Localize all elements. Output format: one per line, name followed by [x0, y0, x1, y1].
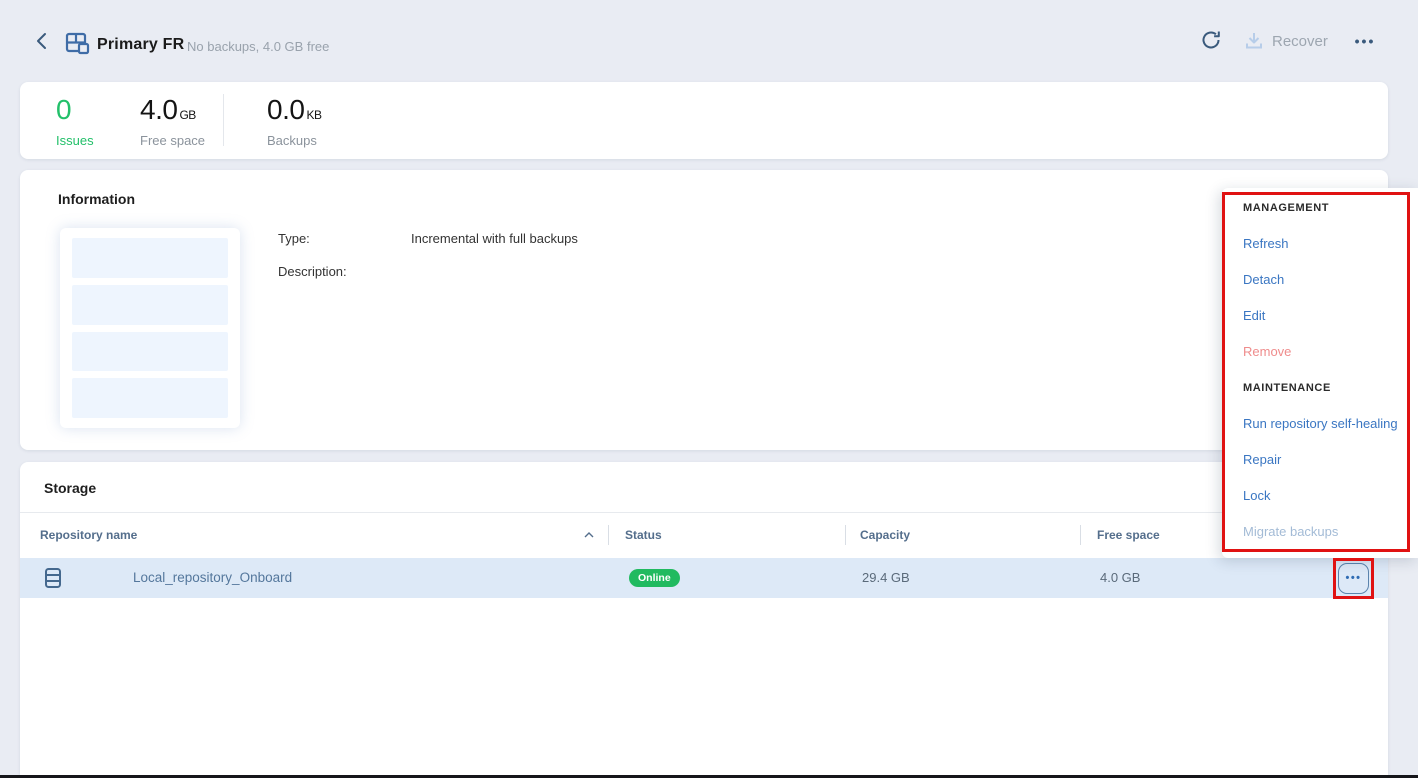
repository-shelf — [72, 238, 228, 278]
menu-section-management: MANAGEMENT — [1222, 190, 1418, 226]
column-divider — [1080, 525, 1081, 545]
information-title: Information — [58, 191, 135, 207]
back-button[interactable] — [32, 30, 52, 52]
menu-item-refresh[interactable]: Refresh — [1222, 226, 1418, 262]
repository-shelf — [72, 332, 228, 372]
column-header-free-space[interactable]: Free space — [1097, 512, 1160, 558]
repository-icon — [64, 31, 92, 57]
column-header-status[interactable]: Status — [625, 512, 662, 558]
recover-button[interactable]: Recover — [1244, 28, 1328, 54]
menu-item-repair[interactable]: Repair — [1222, 442, 1418, 478]
menu-item-run-repository-self-healing[interactable]: Run repository self-healing — [1222, 406, 1418, 442]
repository-name-link[interactable]: Local_repository_Onboard — [133, 570, 292, 585]
backups-unit: KB — [306, 108, 321, 122]
context-menu: MANAGEMENT Refresh Detach Edit Remove MA… — [1222, 188, 1418, 558]
refresh-button[interactable] — [1199, 28, 1223, 52]
recover-label: Recover — [1272, 33, 1328, 50]
backups-value: 0.0 — [267, 94, 304, 125]
capacity-value: 29.4 GB — [862, 570, 910, 585]
menu-item-remove[interactable]: Remove — [1222, 334, 1418, 370]
menu-section-maintenance: MAINTENANCE — [1222, 370, 1418, 406]
stat-issues: 0 Issues — [56, 94, 94, 148]
menu-item-lock[interactable]: Lock — [1222, 478, 1418, 514]
type-label: Type: — [278, 231, 310, 246]
database-icon — [44, 567, 62, 589]
column-header-capacity[interactable]: Capacity — [860, 512, 910, 558]
menu-item-migrate-backups[interactable]: Migrate backups — [1222, 514, 1418, 550]
recover-download-icon — [1244, 31, 1264, 51]
more-actions-button[interactable]: ••• — [1348, 26, 1382, 56]
page-header: Primary FR No backups, 4.0 GB free Recov… — [0, 0, 1418, 72]
screen: Primary FR No backups, 4.0 GB free Recov… — [0, 0, 1418, 778]
repository-shelf — [72, 285, 228, 325]
free-space-label: Free space — [140, 133, 205, 148]
column-divider — [608, 525, 609, 545]
repository-shelf — [72, 378, 228, 418]
page-subtitle: No backups, 4.0 GB free — [187, 39, 329, 54]
status-badge: Online — [629, 569, 680, 587]
stat-backups: 0.0KB Backups — [267, 94, 321, 148]
storage-title: Storage — [44, 480, 96, 496]
issues-value: 0 — [56, 94, 94, 126]
refresh-icon — [1199, 28, 1223, 52]
column-divider — [845, 525, 846, 545]
table-row[interactable]: Local_repository_Onboard Online 29.4 GB … — [20, 558, 1388, 598]
storage-panel: Storage Repository name Status Capacity … — [20, 462, 1388, 775]
table-header: Repository name Status Capacity Free spa… — [20, 512, 1388, 558]
menu-item-detach[interactable]: Detach — [1222, 262, 1418, 298]
description-label: Description: — [278, 264, 347, 279]
free-space-value: 4.0 GB — [1100, 570, 1140, 585]
repository-illustration — [60, 228, 240, 428]
chevron-left-icon — [32, 30, 52, 52]
stats-divider — [223, 94, 224, 146]
type-value: Incremental with full backups — [411, 231, 578, 246]
page-title: Primary FR — [97, 36, 184, 54]
column-header-repository-name[interactable]: Repository name — [40, 512, 137, 558]
row-actions-button[interactable]: ••• — [1338, 563, 1369, 594]
free-space-unit: GB — [179, 108, 195, 122]
backups-label: Backups — [267, 133, 321, 148]
stat-free-space: 4.0GB Free space — [140, 94, 205, 148]
issues-label: Issues — [56, 133, 94, 148]
menu-item-edit[interactable]: Edit — [1222, 298, 1418, 334]
free-space-value: 4.0 — [140, 94, 177, 125]
information-panel: Information Type: Incremental with full … — [20, 170, 1388, 450]
stats-bar: 0 Issues 4.0GB Free space 0.0KB Backups — [20, 82, 1388, 159]
sort-ascending-icon[interactable] — [583, 529, 595, 541]
